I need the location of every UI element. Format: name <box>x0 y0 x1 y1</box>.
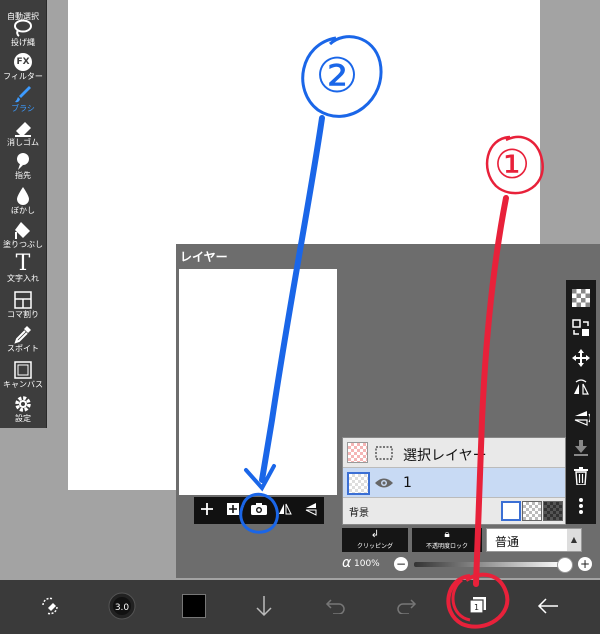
annotation-arrow-blue <box>259 115 325 483</box>
annotation-camera-circle <box>239 492 279 534</box>
annotation-arrow-red <box>473 195 509 587</box>
annotation-layers-circle-inner <box>451 578 471 622</box>
annotation-overlay: ② ① <box>239 35 544 629</box>
annotation-number-2: ② <box>315 48 358 104</box>
annotation-number-1: ① <box>494 142 530 188</box>
